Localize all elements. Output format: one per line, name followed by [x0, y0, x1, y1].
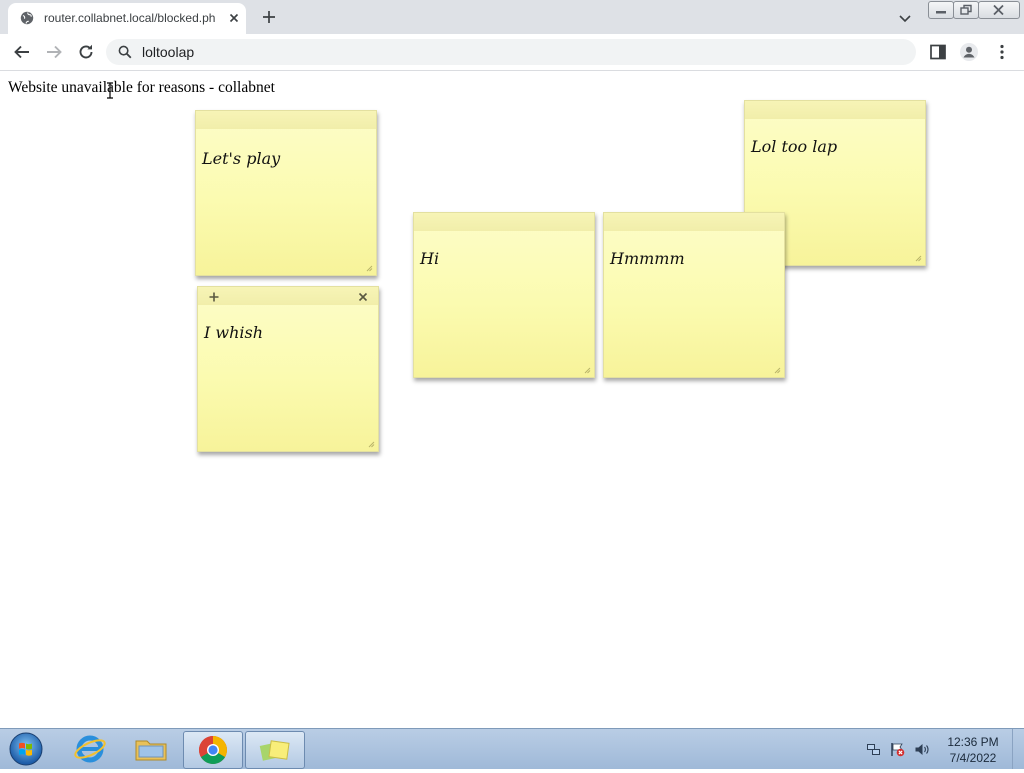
clock-date: 7/4/2022	[949, 751, 997, 765]
globe-icon	[20, 11, 34, 25]
side-panel-icon[interactable]	[928, 42, 948, 62]
taskbar-file-explorer[interactable]	[122, 731, 180, 767]
note-text[interactable]: Let's play	[202, 149, 280, 168]
note-text[interactable]: Hmmmm	[610, 249, 685, 268]
close-window-button[interactable]	[978, 1, 1020, 19]
note-header	[198, 287, 378, 305]
note-header	[414, 213, 594, 231]
note-header	[604, 213, 784, 231]
taskbar-sticky-notes[interactable]	[245, 731, 305, 769]
taskbar-internet-explorer[interactable]	[61, 731, 119, 767]
add-note-plus-icon[interactable]	[208, 291, 220, 303]
resize-grip-icon[interactable]	[368, 441, 375, 448]
minimize-icon	[936, 11, 946, 14]
profile-avatar-icon[interactable]	[959, 42, 979, 62]
new-tab-plus-icon[interactable]	[260, 8, 278, 26]
browser-tab-strip: router.collabnet.local/blocked.ph	[0, 0, 1024, 34]
clock-time: 12:36 PM	[947, 735, 999, 749]
note-text[interactable]: Hi	[420, 249, 439, 268]
more-menu-icon[interactable]	[992, 42, 1012, 62]
taskbar-chrome[interactable]	[183, 731, 243, 769]
back-arrow-icon[interactable]	[12, 42, 32, 62]
restore-window-button[interactable]	[953, 1, 979, 19]
resize-grip-icon[interactable]	[915, 255, 922, 262]
search-icon	[118, 45, 132, 59]
taskbar: 12:36 PM 7/4/2022	[0, 728, 1024, 769]
blocked-message: Website unavailable for reasons - collab…	[8, 79, 275, 96]
resize-grip-icon[interactable]	[366, 265, 373, 272]
chevron-down-icon[interactable]	[897, 10, 913, 26]
show-desktop-button[interactable]	[1012, 729, 1024, 769]
tab-title: router.collabnet.local/blocked.ph	[44, 11, 216, 25]
sticky-note[interactable]: Hi	[413, 212, 595, 378]
browser-toolbar: loltoolap	[0, 34, 1024, 71]
close-tab-icon[interactable]	[226, 10, 242, 26]
restore-icon	[960, 4, 972, 15]
close-icon	[993, 4, 1004, 16]
address-bar[interactable]: loltoolap	[106, 39, 916, 65]
text-cursor-icon	[107, 82, 113, 99]
delete-note-x-icon[interactable]	[358, 292, 368, 302]
note-header	[745, 101, 925, 119]
address-bar-text: loltoolap	[142, 44, 195, 60]
resize-grip-icon[interactable]	[774, 367, 781, 374]
sticky-notes-icon	[259, 740, 290, 761]
chrome-icon	[199, 736, 227, 764]
minimize-window-button[interactable]	[928, 1, 954, 19]
folder-icon	[135, 740, 167, 761]
note-text[interactable]: I whish	[204, 323, 263, 342]
sticky-note[interactable]: Let's play	[195, 110, 377, 276]
reload-icon[interactable]	[76, 42, 96, 62]
sticky-note[interactable]: Hmmmm	[603, 212, 785, 378]
note-header	[196, 111, 376, 129]
system-clock[interactable]: 12:36 PM 7/4/2022	[938, 734, 1008, 766]
note-text[interactable]: Lol too lap	[751, 137, 837, 156]
action-center-flag-icon[interactable]	[890, 742, 905, 757]
forward-arrow-icon[interactable]	[44, 42, 64, 62]
internet-explorer-icon	[74, 735, 106, 763]
resize-grip-icon[interactable]	[584, 367, 591, 374]
browser-tab[interactable]: router.collabnet.local/blocked.ph	[8, 3, 246, 34]
network-icon[interactable]	[866, 742, 881, 757]
sticky-note-active[interactable]: I whish	[197, 286, 379, 452]
windows-start-orb-icon[interactable]	[6, 730, 46, 768]
volume-speaker-icon[interactable]	[914, 742, 929, 757]
